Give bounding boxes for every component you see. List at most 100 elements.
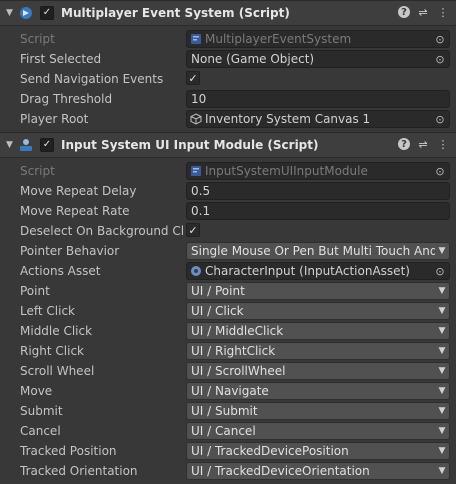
actions-asset-object-field[interactable]: CharacterInput (InputActionAsset) ⊙ [186,262,450,280]
player-root-object-field[interactable]: Inventory System Canvas 1 ⊙ [186,110,450,128]
object-picker-icon[interactable]: ⊙ [431,163,449,179]
object-picker-icon[interactable]: ⊙ [431,263,449,279]
property-row-script: Script InputSystemUIInputModule ⊙ [0,161,456,181]
dropdown-value: UI / Cancel [191,424,256,438]
property-label: Move Repeat Delay [20,184,137,198]
property-row-deselect-on-background-click: Deselect On Background Click ✓ [0,221,456,241]
object-picker-icon[interactable]: ⊙ [431,51,449,67]
property-row-scroll-wheel: Scroll Wheel UI / ScrollWheel ▼ [0,361,456,381]
chevron-down-icon: ▼ [438,446,446,456]
send-navigation-events-checkbox[interactable]: ✓ [186,71,200,85]
property-row-left-click: Left Click UI / Click ▼ [0,301,456,321]
input-value: 10 [191,92,207,106]
property-label: Send Navigation Events [20,72,164,86]
property-label: Drag Threshold [20,92,113,106]
property-label: Script [20,32,55,46]
component-title: Input System UI Input Module (Script) [61,138,319,152]
presets-icon[interactable]: ⇌ [416,137,430,151]
property-row-drag-threshold: Drag Threshold 10 [0,89,456,109]
property-label: Pointer Behavior [20,244,120,258]
dropdown-value: UI / TrackedDeviceOrientation [191,464,370,478]
chevron-down-icon[interactable]: ▼ [6,8,14,18]
property-label: Move [20,384,53,398]
property-label: Player Root [20,112,89,126]
property-label: Deselect On Background Click [20,224,184,238]
deselect-on-background-click-checkbox[interactable]: ✓ [186,223,200,237]
property-label: Script [20,164,55,178]
object-value: CharacterInput (InputActionAsset) [205,264,410,278]
presets-icon[interactable]: ⇌ [416,5,430,19]
property-label: Left Click [20,304,75,318]
component-enabled-checkbox[interactable]: ✓ [40,6,54,20]
middle-click-dropdown[interactable]: UI / MiddleClick ▼ [186,322,450,340]
property-row-right-click: Right Click UI / RightClick ▼ [0,341,456,361]
property-row-send-navigation-events: Send Navigation Events ✓ [0,69,456,89]
property-row-submit: Submit UI / Submit ▼ [0,401,456,421]
more-vertical-icon[interactable]: ⋮ [436,137,450,151]
input-asset-icon [190,265,202,277]
chevron-down-icon: ▼ [438,346,446,356]
help-icon[interactable]: ? [398,6,410,18]
property-row-script: Script MultiplayerEventSystem ⊙ [0,29,456,49]
property-row-middle-click: Middle Click UI / MiddleClick ▼ [0,321,456,341]
property-row-move-repeat-delay: Move Repeat Delay 0.5 [0,181,456,201]
property-label: Tracked Position [20,444,117,458]
property-row-first-selected: First Selected None (Game Object) ⊙ [0,49,456,69]
header-actions: ? ⇌ ⋮ [398,137,450,151]
move-dropdown[interactable]: UI / Navigate ▼ [186,382,450,400]
object-picker-icon[interactable]: ⊙ [431,111,449,127]
dropdown-value: UI / Point [191,284,245,298]
submit-dropdown[interactable]: UI / Submit ▼ [186,402,450,420]
cancel-dropdown[interactable]: UI / Cancel ▼ [186,422,450,440]
input-value: 0.5 [191,184,211,198]
point-dropdown[interactable]: UI / Point ▼ [186,282,450,300]
gameobject-icon [190,113,202,125]
tracked-position-dropdown[interactable]: UI / TrackedDevicePosition ▼ [186,442,450,460]
input-module-icon [18,137,34,153]
component-multiplayer-event-system-script: ▼ ✓ Multiplayer Event System (Script)? ⇌ ⋮ Sc… [0,0,456,132]
event-system-icon [18,5,34,21]
move-repeat-delay-input[interactable]: 0.5 [186,182,450,200]
dropdown-value: UI / Click [191,304,244,318]
pointer-behavior-dropdown[interactable]: Single Mouse Or Pen But Multi Touch And … [186,242,450,260]
component-header[interactable]: ▼ ✓ Input System UI Input Module (Script)?… [0,132,456,158]
more-vertical-icon[interactable]: ⋮ [436,5,450,19]
dropdown-value: UI / Submit [191,404,258,418]
first-selected-object-field[interactable]: None (Game Object) ⊙ [186,50,450,68]
dropdown-value: UI / TrackedDevicePosition [191,444,349,458]
object-value: None (Game Object) [191,52,315,66]
chevron-down-icon: ▼ [438,406,446,416]
component-header[interactable]: ▼ ✓ Multiplayer Event System (Script)? ⇌ ⋮ [0,0,456,26]
right-click-dropdown[interactable]: UI / RightClick ▼ [186,342,450,360]
property-row-point: Point UI / Point ▼ [0,281,456,301]
chevron-down-icon: ▼ [438,366,446,376]
chevron-down-icon[interactable]: ▼ [6,140,14,150]
input-value: 0.1 [191,204,211,218]
property-label: Submit [20,404,63,418]
object-picker-icon[interactable]: ⊙ [431,31,449,47]
object-value: InputSystemUIInputModule [205,164,368,178]
dropdown-value: UI / ScrollWheel [191,364,286,378]
property-label: Right Click [20,344,85,358]
object-value: Inventory System Canvas 1 [205,112,371,126]
property-label: First Selected [20,52,102,66]
tracked-orientation-dropdown[interactable]: UI / TrackedDeviceOrientation ▼ [186,462,450,480]
help-icon[interactable]: ? [398,138,410,150]
move-repeat-rate-input[interactable]: 0.1 [186,202,450,220]
property-label: Actions Asset [20,264,101,278]
property-label: Point [20,284,50,298]
component-enabled-checkbox[interactable]: ✓ [40,138,54,152]
chevron-down-icon: ▼ [438,386,446,396]
script-object-field: MultiplayerEventSystem ⊙ [186,30,450,48]
property-label: Cancel [20,424,61,438]
dropdown-value: UI / Navigate [191,384,269,398]
property-label: Tracked Orientation [20,464,138,478]
inspector-panel: ▼ ✓ Multiplayer Event System (Script)? ⇌ ⋮ Sc… [0,0,456,484]
drag-threshold-input[interactable]: 10 [186,90,450,108]
left-click-dropdown[interactable]: UI / Click ▼ [186,302,450,320]
chevron-down-icon: ▼ [438,466,446,476]
property-label: Move Repeat Rate [20,204,130,218]
chevron-down-icon: ▼ [438,286,446,296]
scroll-wheel-dropdown[interactable]: UI / ScrollWheel ▼ [186,362,450,380]
chevron-down-icon: ▼ [438,306,446,316]
